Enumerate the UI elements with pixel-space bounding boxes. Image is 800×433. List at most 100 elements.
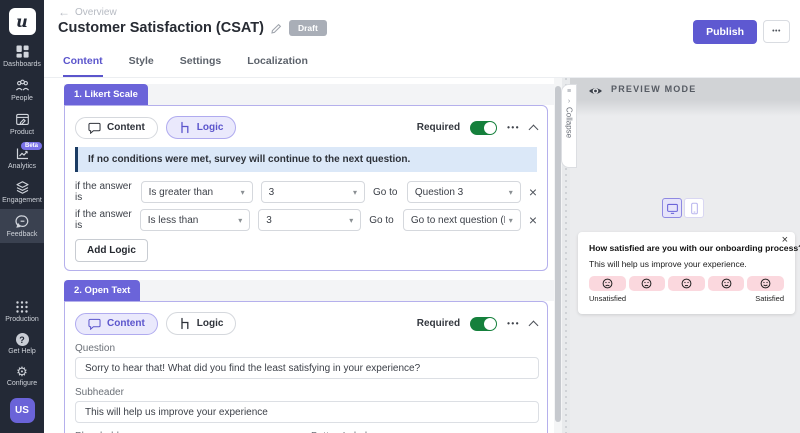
- sidebar-item-label: Engagement: [2, 197, 42, 204]
- collapse-arrow-icon: ›: [568, 98, 570, 106]
- target-select[interactable]: Go to next question (Def... ▾: [403, 209, 521, 231]
- sidebar-item-analytics[interactable]: Beta Analytics: [0, 141, 44, 175]
- required-toggle[interactable]: [470, 317, 497, 331]
- beta-badge: Beta: [21, 142, 42, 150]
- mobile-icon: [688, 202, 701, 215]
- likert-logic-button[interactable]: Logic: [166, 116, 237, 139]
- sidebar-item-label: Product: [10, 129, 34, 136]
- sidebar-item-production[interactable]: Production: [0, 295, 44, 328]
- edit-icon[interactable]: [271, 23, 282, 34]
- gear-icon: ⚙: [16, 365, 28, 378]
- open-text-card-head: Content Logic Required •••: [75, 312, 537, 335]
- scale-option-3[interactable]: [668, 276, 705, 291]
- logic-row-prefix: if the answer is: [75, 181, 133, 203]
- subheader-input[interactable]: [75, 401, 539, 423]
- user-avatar[interactable]: US: [10, 398, 35, 423]
- sidebar-item-feedback[interactable]: Feedback: [0, 209, 44, 243]
- help-icon: ?: [16, 333, 29, 346]
- open-text-card: Content Logic Required ••• Question Subh…: [64, 301, 548, 433]
- mobile-preview-button[interactable]: [684, 198, 704, 218]
- value-select[interactable]: 3 ▾: [261, 181, 365, 203]
- sidebar-item-get-help[interactable]: ? Get Help: [0, 328, 44, 360]
- publish-button[interactable]: Publish: [693, 20, 757, 44]
- collapse-card-icon[interactable]: [529, 124, 539, 134]
- open-text-logic-button[interactable]: Logic: [166, 312, 237, 335]
- app-logo[interactable]: u: [9, 8, 36, 35]
- collapse-card-icon[interactable]: [529, 320, 539, 330]
- likert-card: Content Logic Required ••• If no conditi…: [64, 105, 548, 271]
- condition-select[interactable]: Is greater than ▾: [141, 181, 253, 203]
- sidebar-item-product[interactable]: Product: [0, 107, 44, 141]
- section-tab-open-text[interactable]: 2. Open Text: [64, 280, 140, 301]
- logic-branch-icon: [179, 121, 191, 134]
- sidebar-item-people[interactable]: People: [0, 73, 44, 107]
- header-more-button[interactable]: •••: [763, 20, 790, 43]
- product-icon: [15, 112, 30, 127]
- survey-subtext: This will help us improve your experienc…: [589, 259, 784, 269]
- topbar: ← Overview Customer Satisfaction (CSAT) …: [44, 0, 800, 78]
- remove-logic-icon[interactable]: ×: [529, 185, 537, 199]
- production-icon: [15, 300, 29, 314]
- people-icon: [15, 78, 30, 93]
- target-value: Go to next question (Def...: [411, 215, 505, 226]
- logo-glyph: u: [16, 12, 28, 31]
- sidebar-item-label: People: [11, 95, 33, 102]
- sidebar-item-label: Configure: [7, 380, 37, 387]
- slightly-happy-face-icon: [721, 278, 732, 289]
- sidebar-item-engagement[interactable]: Engagement: [0, 175, 44, 209]
- condition-select[interactable]: Is less than ▾: [140, 209, 251, 231]
- tab-content[interactable]: Content: [63, 55, 103, 77]
- desktop-icon: [666, 202, 679, 215]
- engagement-icon: [15, 180, 30, 195]
- tab-localization[interactable]: Localization: [247, 55, 308, 77]
- open-text-head-right: Required •••: [417, 317, 537, 331]
- scale-option-1[interactable]: [589, 276, 626, 291]
- scale-option-4[interactable]: [708, 276, 745, 291]
- collapse-label: Collapse: [565, 107, 574, 138]
- add-logic-button[interactable]: Add Logic: [75, 239, 148, 262]
- collapse-panel-button[interactable]: ≡ › Collapse: [561, 84, 577, 168]
- value-select[interactable]: 3 ▾: [258, 209, 361, 231]
- card-more-icon[interactable]: •••: [507, 319, 520, 328]
- scale-labels: Unsatisfied Satisfied: [589, 294, 784, 303]
- scale-option-5[interactable]: [747, 276, 784, 291]
- question-label: Question: [75, 343, 537, 354]
- survey-close-icon[interactable]: ×: [782, 234, 788, 246]
- sidebar-item-label: Production: [5, 316, 38, 323]
- caret-down-icon: ▾: [349, 216, 353, 225]
- target-select[interactable]: Question 3 ▾: [407, 181, 521, 203]
- desktop-preview-button[interactable]: [662, 198, 682, 218]
- breadcrumb[interactable]: ← Overview: [58, 5, 117, 19]
- caret-down-icon: ▾: [509, 188, 513, 197]
- likert-scale-row: [589, 276, 784, 291]
- card-more-icon[interactable]: •••: [507, 123, 520, 132]
- section-tab-likert-scale[interactable]: 1. Likert Scale: [64, 84, 148, 105]
- sidebar-item-dashboards[interactable]: Dashboards: [0, 39, 44, 73]
- question-input[interactable]: [75, 357, 539, 379]
- section-2-header: 2. Open Text: [64, 280, 554, 301]
- scale-left-label: Unsatisfied: [589, 294, 626, 303]
- remove-logic-icon[interactable]: ×: [529, 213, 537, 227]
- sidebar-item-configure[interactable]: ⚙ Configure: [0, 360, 44, 392]
- logic-row: if the answer is Is less than ▾ 3 ▾ Go t…: [75, 209, 537, 231]
- tab-style[interactable]: Style: [129, 55, 154, 77]
- scale-option-2[interactable]: [629, 276, 666, 291]
- required-toggle[interactable]: [470, 121, 497, 135]
- target-value: Question 3: [415, 187, 463, 198]
- title-row: Customer Satisfaction (CSAT) Draft: [58, 20, 327, 36]
- sidebar-item-label: Dashboards: [3, 61, 41, 68]
- speech-bubble-icon: [88, 318, 101, 330]
- tab-settings[interactable]: Settings: [180, 55, 221, 77]
- sidebar-item-label: Feedback: [7, 231, 38, 238]
- eye-icon: [588, 85, 603, 97]
- collapse-menu-icon: ≡: [567, 88, 571, 96]
- likert-content-button[interactable]: Content: [75, 117, 158, 139]
- subheader-label: Subheader: [75, 387, 537, 398]
- goto-label: Go to: [373, 187, 399, 198]
- value-value: 3: [269, 187, 275, 198]
- scale-right-label: Satisfied: [755, 294, 784, 303]
- caret-down-icon: ▾: [509, 216, 513, 225]
- open-text-content-button[interactable]: Content: [75, 313, 158, 335]
- likert-head-right: Required •••: [417, 121, 537, 135]
- preview-panel: PREVIEW MODE × How satisfied are you wit…: [570, 78, 800, 433]
